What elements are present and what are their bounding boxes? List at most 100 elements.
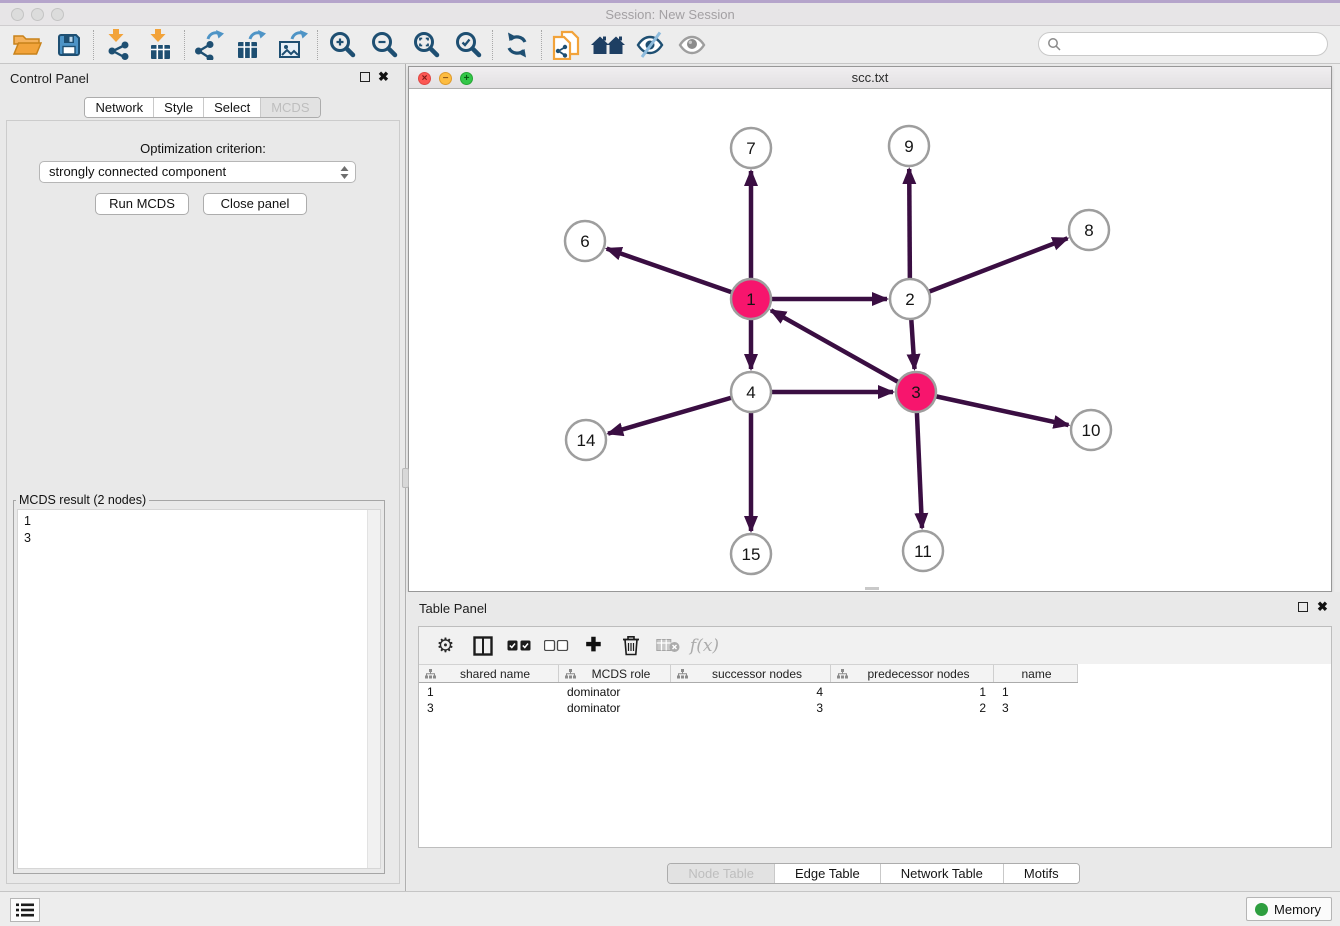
delete-table-button[interactable]	[649, 631, 686, 661]
network-window-titlebar[interactable]: × − + scc.txt	[409, 67, 1331, 89]
table-cell[interactable]: dominator	[559, 700, 671, 716]
export-table-button[interactable]	[230, 28, 272, 62]
network-close-icon[interactable]: ×	[418, 72, 431, 85]
table-cell[interactable]: 1	[831, 684, 994, 700]
tab-network-table[interactable]: Network Table	[880, 864, 1003, 883]
column-header-name[interactable]: name	[994, 665, 1078, 682]
close-table-panel-icon[interactable]: ✖	[1317, 601, 1328, 613]
control-panel-header: Control Panel ✖	[0, 64, 405, 92]
close-panel-button[interactable]: Close panel	[203, 193, 307, 215]
hide-selected-button[interactable]	[629, 28, 671, 62]
export-image-button[interactable]	[272, 28, 314, 62]
zoom-selected-icon	[453, 30, 483, 60]
optimization-criterion-label: Optimization criterion:	[7, 141, 399, 156]
checked-boxes-icon	[507, 640, 532, 651]
save-floppy-icon	[56, 32, 82, 58]
export-network-button[interactable]	[188, 28, 230, 62]
select-all-columns-button[interactable]	[501, 631, 538, 661]
table-cell[interactable]: 1	[419, 684, 559, 700]
panel-splitter-handle[interactable]	[402, 468, 409, 488]
refresh-view-button[interactable]	[496, 28, 538, 62]
network-graph: 7968124314101511	[409, 89, 1331, 591]
graph-edge-2-8[interactable]	[910, 238, 1068, 299]
search-box[interactable]	[1038, 32, 1328, 56]
table-cell[interactable]: dominator	[559, 684, 671, 700]
gear-icon: ⚙	[437, 633, 455, 658]
zoom-out-button[interactable]	[363, 28, 405, 62]
export-image-icon	[278, 30, 308, 60]
run-mcds-button[interactable]: Run MCDS	[95, 193, 189, 215]
create-column-button[interactable]: ✚	[575, 631, 612, 661]
window-zoom-icon[interactable]	[51, 8, 64, 21]
graph-edge-1-6[interactable]	[607, 249, 751, 299]
table-cell[interactable]: 1	[994, 684, 1078, 700]
table-body: 1dominator4113dominator323	[419, 684, 1331, 847]
memory-label: Memory	[1274, 902, 1321, 917]
mcds-result-box[interactable]: 13	[17, 509, 381, 869]
table-settings-button[interactable]: ⚙	[427, 631, 464, 661]
show-all-button[interactable]	[671, 28, 713, 62]
graph-node-label-10: 10	[1082, 421, 1101, 440]
list-icon	[16, 903, 34, 917]
trash-icon	[622, 635, 640, 656]
zoom-in-button[interactable]	[321, 28, 363, 62]
network-view-window[interactable]: × − + scc.txt 7968124314101511	[408, 66, 1332, 592]
table-row[interactable]: 3dominator323	[419, 700, 1331, 716]
toolbar-separator	[93, 30, 94, 60]
tab-select[interactable]: Select	[203, 98, 260, 117]
column-layout-button[interactable]	[464, 631, 501, 661]
criterion-dropdown[interactable]: strongly connected component	[39, 161, 356, 183]
tab-mcds[interactable]: MCDS	[260, 98, 319, 117]
graph-edge-3-10[interactable]	[916, 392, 1069, 425]
import-network-button[interactable]	[97, 28, 139, 62]
tab-motifs[interactable]: Motifs	[1003, 864, 1079, 883]
save-session-button[interactable]	[48, 28, 90, 62]
table-cell[interactable]: 3	[671, 700, 831, 716]
mcds-result-group: MCDS result (2 nodes) 13	[13, 493, 385, 874]
mcds-result-text: 13	[18, 510, 380, 550]
table-cell[interactable]: 3	[419, 700, 559, 716]
tab-style[interactable]: Style	[153, 98, 203, 117]
unselect-all-columns-button[interactable]	[538, 631, 575, 661]
network-minimize-icon[interactable]: −	[439, 72, 452, 85]
first-neighbors-button[interactable]	[587, 28, 629, 62]
duplicate-network-button[interactable]	[545, 28, 587, 62]
table-cell[interactable]: 4	[671, 684, 831, 700]
column-header-shared-name[interactable]: shared name	[419, 665, 559, 682]
control-panel-title: Control Panel	[10, 71, 89, 86]
window-resize-grip[interactable]	[865, 587, 879, 590]
window-minimize-icon[interactable]	[31, 8, 44, 21]
graph-edge-4-14[interactable]	[608, 392, 751, 434]
column-header-MCDS-role[interactable]: MCDS role	[559, 665, 671, 682]
zoom-selected-button[interactable]	[447, 28, 489, 62]
delete-columns-button[interactable]	[612, 631, 649, 661]
float-panel-icon[interactable]	[360, 72, 370, 82]
task-history-button[interactable]	[10, 898, 40, 922]
network-zoom-icon[interactable]: +	[460, 72, 473, 85]
table-row[interactable]: 1dominator411	[419, 684, 1331, 700]
zoom-fit-button[interactable]	[405, 28, 447, 62]
control-tabs: NetworkStyleSelectMCDS	[84, 97, 320, 118]
tab-network[interactable]: Network	[85, 98, 153, 117]
close-panel-icon[interactable]: ✖	[378, 71, 389, 83]
column-header-successor-nodes[interactable]: successor nodes	[671, 665, 831, 682]
float-table-panel-icon[interactable]	[1298, 602, 1308, 612]
network-canvas[interactable]: 7968124314101511	[409, 89, 1331, 591]
control-panel: Control Panel ✖ NetworkStyleSelectMCDS O…	[0, 64, 406, 891]
memory-button[interactable]: Memory	[1246, 897, 1332, 921]
import-table-icon	[146, 29, 174, 60]
result-scrollbar[interactable]	[367, 510, 380, 868]
search-input[interactable]	[1061, 34, 1327, 54]
graph-edge-3-1[interactable]	[771, 310, 916, 392]
column-header-predecessor-nodes[interactable]: predecessor nodes	[831, 665, 994, 682]
tab-edge-table[interactable]: Edge Table	[774, 864, 880, 883]
import-table-button[interactable]	[139, 28, 181, 62]
open-session-button[interactable]	[6, 28, 48, 62]
tab-node-table[interactable]: Node Table	[668, 864, 774, 883]
eye-slash-icon	[635, 31, 665, 58]
function-builder-button[interactable]: f(x)	[686, 631, 723, 661]
window-close-icon[interactable]	[11, 8, 24, 21]
table-cell[interactable]: 2	[831, 700, 994, 716]
export-network-icon	[194, 30, 224, 60]
table-cell[interactable]: 3	[994, 700, 1078, 716]
